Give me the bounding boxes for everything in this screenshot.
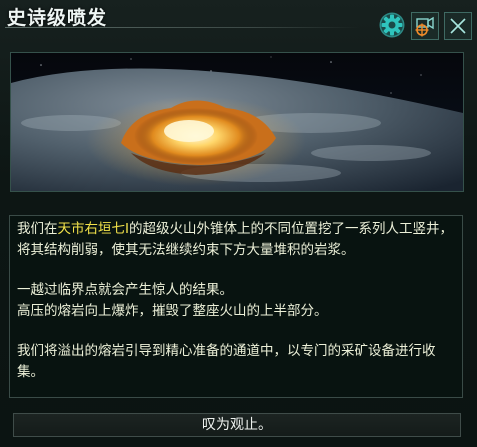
camera-focus-button[interactable] [411,12,439,40]
confirm-button[interactable]: 叹为观止。 [13,413,461,437]
description-text: 高压的熔岩向上爆炸，摧毁了整座火山的上半部分。 [17,302,328,319]
description-text: 一越过临界点就会产生惊人的结果。 [17,282,233,298]
description-text: 我们在 [17,221,58,237]
close-icon [450,18,466,34]
gear-icon [379,12,405,38]
event-image [10,52,464,192]
description-paragraph-3: 我们将溢出的熔岩引导到精心准备的通道中，以专门的采矿设备进行收集。 [17,343,436,380]
camera-target-icon [415,16,434,37]
volcano-eruption-illustration [11,53,463,191]
description-paragraph-2: 一越过临界点就会产生惊人的结果。高压的熔岩向上爆炸，摧毁了整座火山的上半部分。 [17,280,454,321]
title-divider [5,27,360,28]
settings-button[interactable] [377,10,407,40]
event-window: 史诗级喷发 我们在天市右垣七I的超级火山外锥体上的不同位置挖了一系列人工竖井，将… [0,0,477,447]
window-title: 史诗级喷发 [7,7,108,29]
event-description: 我们在天市右垣七I的超级火山外锥体上的不同位置挖了一系列人工竖井，将其结构削弱，… [9,215,463,398]
description-paragraph-1: 我们在天市右垣七I的超级火山外锥体上的不同位置挖了一系列人工竖井，将其结构削弱，… [17,219,454,260]
planet-name-highlight[interactable]: 天市右垣七I [58,221,129,237]
close-button[interactable] [444,12,472,40]
